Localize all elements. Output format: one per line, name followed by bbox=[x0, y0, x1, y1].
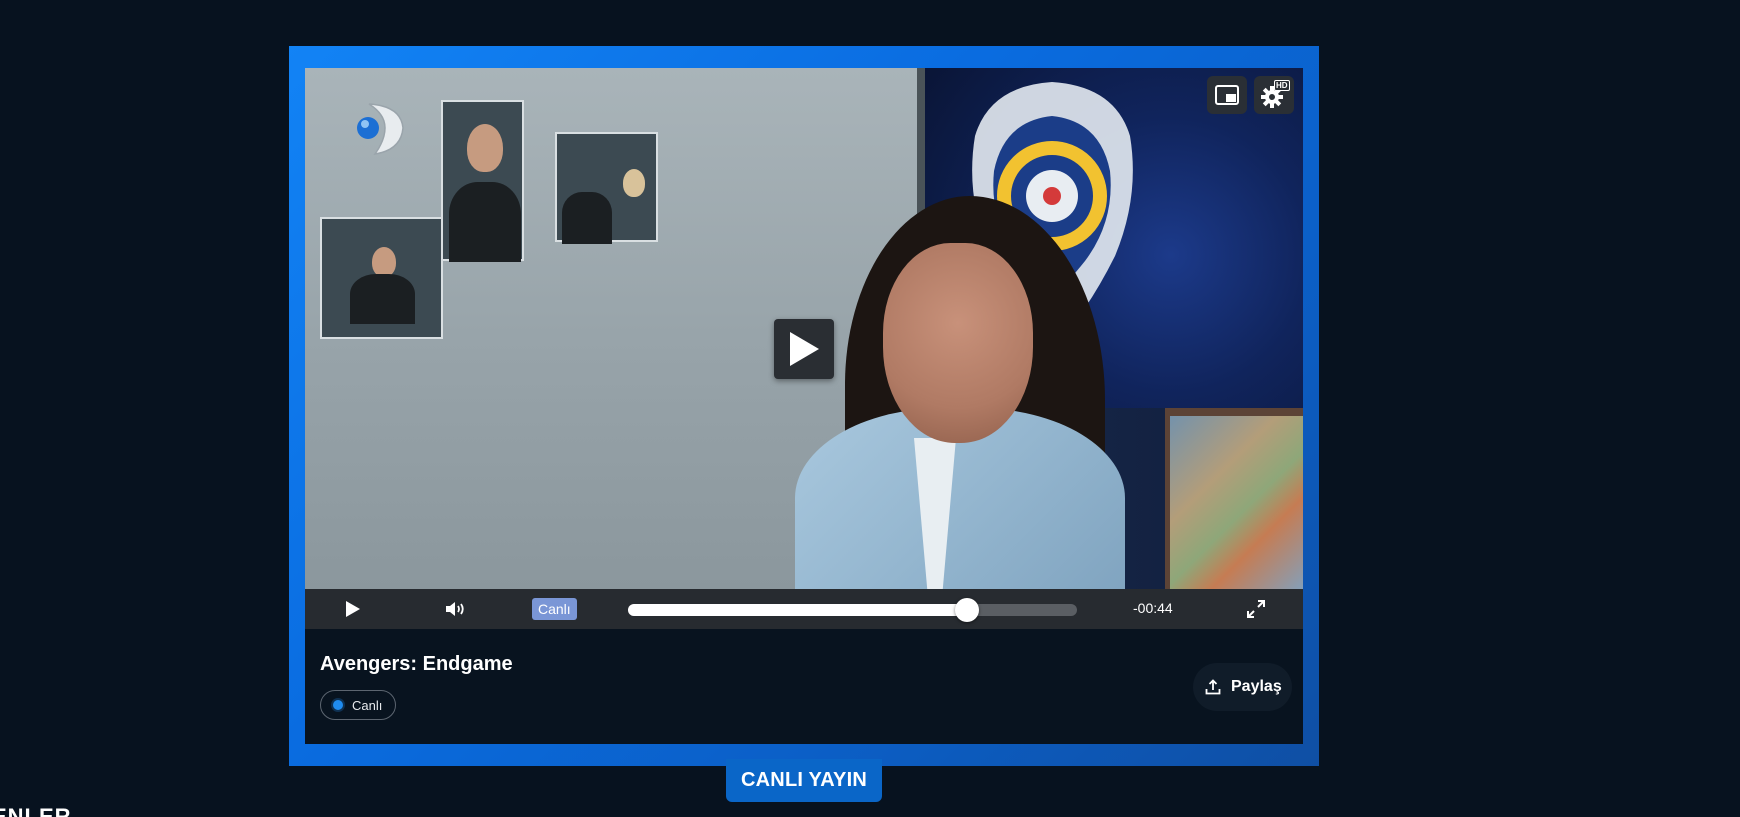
big-play-button[interactable] bbox=[774, 319, 834, 379]
progress-bar[interactable] bbox=[628, 598, 1077, 622]
channel-logo bbox=[357, 103, 404, 156]
share-icon bbox=[1205, 679, 1221, 695]
video-title: Avengers: Endgame bbox=[320, 653, 513, 675]
live-broadcast-banner[interactable]: CANLI YAYIN bbox=[726, 759, 882, 802]
volume-icon bbox=[446, 602, 464, 616]
video-scene-face bbox=[883, 243, 1033, 443]
page: HD Canlı -00:44 Avengers: Endgame Canlı … bbox=[0, 0, 1740, 817]
video-scene-photo bbox=[441, 100, 524, 262]
video-player-frame: HD Canlı -00:44 Avengers: Endgame Canlı … bbox=[289, 46, 1319, 766]
live-status-label: Canlı bbox=[352, 697, 383, 713]
progress-fill bbox=[628, 604, 967, 616]
time-remaining: -00:44 bbox=[1133, 600, 1173, 616]
fullscreen-icon bbox=[1247, 600, 1265, 618]
play-icon bbox=[790, 332, 819, 366]
live-dot-icon bbox=[333, 700, 343, 710]
video-scene-map bbox=[1170, 416, 1303, 589]
live-status-badge: Canlı bbox=[320, 690, 397, 720]
picture-in-picture-icon bbox=[1215, 85, 1239, 105]
section-heading: ENLER bbox=[0, 804, 72, 817]
settings-button[interactable]: HD bbox=[1254, 76, 1294, 114]
share-button[interactable]: Paylaş bbox=[1193, 663, 1292, 711]
volume-button[interactable] bbox=[441, 589, 471, 629]
fullscreen-button[interactable] bbox=[1241, 589, 1271, 629]
share-label: Paylaş bbox=[1231, 678, 1282, 695]
video-player: HD Canlı -00:44 Avengers: Endgame Canlı … bbox=[305, 68, 1303, 744]
picture-in-picture-button[interactable] bbox=[1207, 76, 1247, 114]
video-info: Avengers: Endgame Canlı Paylaş bbox=[305, 629, 1303, 744]
video-scene-photo bbox=[320, 217, 443, 339]
video-scene-photo bbox=[555, 132, 658, 244]
progress-thumb[interactable] bbox=[954, 598, 979, 622]
video-display[interactable]: HD bbox=[305, 68, 1303, 589]
play-button[interactable] bbox=[338, 589, 368, 629]
hd-badge: HD bbox=[1274, 80, 1290, 91]
live-tag[interactable]: Canlı bbox=[532, 598, 577, 620]
play-icon bbox=[346, 601, 360, 617]
control-bar: Canlı -00:44 bbox=[305, 589, 1303, 629]
